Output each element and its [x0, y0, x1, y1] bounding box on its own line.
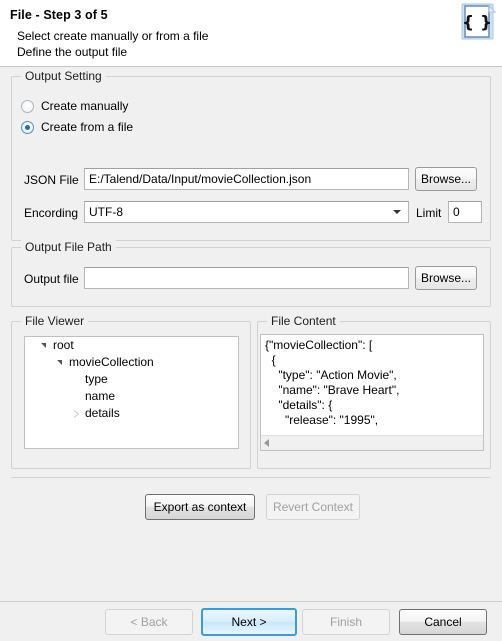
json-file-label: JSON File [24, 173, 79, 187]
output-setting-group: Output Setting Create manually Create fr… [11, 69, 491, 241]
scroll-left-arrow-icon[interactable] [264, 439, 269, 447]
tree-item-moviecollection[interactable]: movieCollection [25, 354, 238, 371]
json-file-icon: { } [460, 3, 497, 41]
next-button[interactable]: Next > [201, 608, 297, 636]
chevron-collapsed-icon[interactable] [69, 405, 85, 422]
cancel-button[interactable]: Cancel [399, 609, 487, 635]
file-content-horizontal-scrollbar[interactable] [261, 435, 483, 450]
back-button[interactable]: < Back [105, 609, 193, 635]
page-description-line-2: Define the output file [17, 45, 128, 59]
file-content-group-label: File Content [267, 314, 340, 328]
output-file-input[interactable] [84, 267, 409, 289]
tree-item-name[interactable]: name [25, 388, 238, 405]
radio-create-manually[interactable]: Create manually [21, 98, 128, 114]
radio-create-from-file-indicator[interactable] [21, 120, 34, 134]
page-title: File - Step 3 of 5 [10, 8, 108, 22]
json-file-input[interactable] [84, 168, 409, 190]
encoding-label: Encording [24, 206, 79, 220]
tree-item-root[interactable]: root [25, 337, 238, 354]
output-setting-group-label: Output Setting [21, 69, 106, 83]
file-viewer-group: File Viewer root movieCollection type na… [11, 314, 251, 469]
encoding-selected-value: UTF-8 [89, 205, 123, 219]
tree-item-details-label: details [85, 406, 120, 420]
file-viewer-group-label: File Viewer [21, 314, 89, 328]
file-viewer-tree[interactable]: root movieCollection type name details [24, 336, 239, 449]
limit-input[interactable] [448, 201, 482, 223]
tree-item-name-label: name [85, 389, 116, 403]
encoding-select[interactable]: UTF-8 [84, 201, 409, 223]
tree-item-type-label: type [85, 372, 108, 386]
output-file-label: Output file [24, 272, 79, 286]
context-actions-bar: Export as context Revert Context [11, 477, 491, 537]
chevron-expanded-icon[interactable] [53, 354, 69, 371]
tree-item-root-label: root [53, 338, 74, 352]
finish-button[interactable]: Finish [302, 609, 390, 635]
tree-item-type[interactable]: type [25, 371, 238, 388]
page-description-line-1: Select create manually or from a file [17, 29, 209, 43]
file-content-panel[interactable]: {"movieCollection": [ { "type": "Action … [260, 334, 484, 451]
wizard-header: File - Step 3 of 5 Select create manuall… [0, 0, 502, 67]
file-content-text: {"movieCollection": [ { "type": "Action … [265, 338, 400, 427]
wizard-footer: < Back Next > Finish Cancel [0, 601, 502, 641]
output-file-path-group: Output File Path Output file Browse... [11, 240, 491, 307]
export-as-context-button[interactable]: Export as context [145, 494, 255, 520]
chevron-down-icon [393, 210, 401, 214]
json-file-browse-button[interactable]: Browse... [415, 167, 477, 191]
file-content-group: File Content {"movieCollection": [ { "ty… [257, 314, 491, 469]
revert-context-button[interactable]: Revert Context [266, 494, 360, 520]
tree-item-details[interactable]: details [25, 405, 238, 422]
limit-label: Limit [416, 206, 442, 220]
output-file-path-group-label: Output File Path [21, 240, 116, 254]
radio-create-manually-indicator[interactable] [21, 99, 34, 113]
svg-text:{ }: { } [462, 13, 492, 33]
radio-create-from-file[interactable]: Create from a file [21, 119, 133, 135]
tree-item-moviecollection-label: movieCollection [69, 355, 154, 369]
radio-create-from-file-label: Create from a file [41, 119, 134, 134]
chevron-expanded-icon[interactable] [37, 337, 53, 354]
output-file-browse-button[interactable]: Browse... [415, 266, 477, 290]
wizard-body: Output Setting Create manually Create fr… [0, 67, 502, 601]
radio-create-manually-label: Create manually [41, 98, 129, 113]
